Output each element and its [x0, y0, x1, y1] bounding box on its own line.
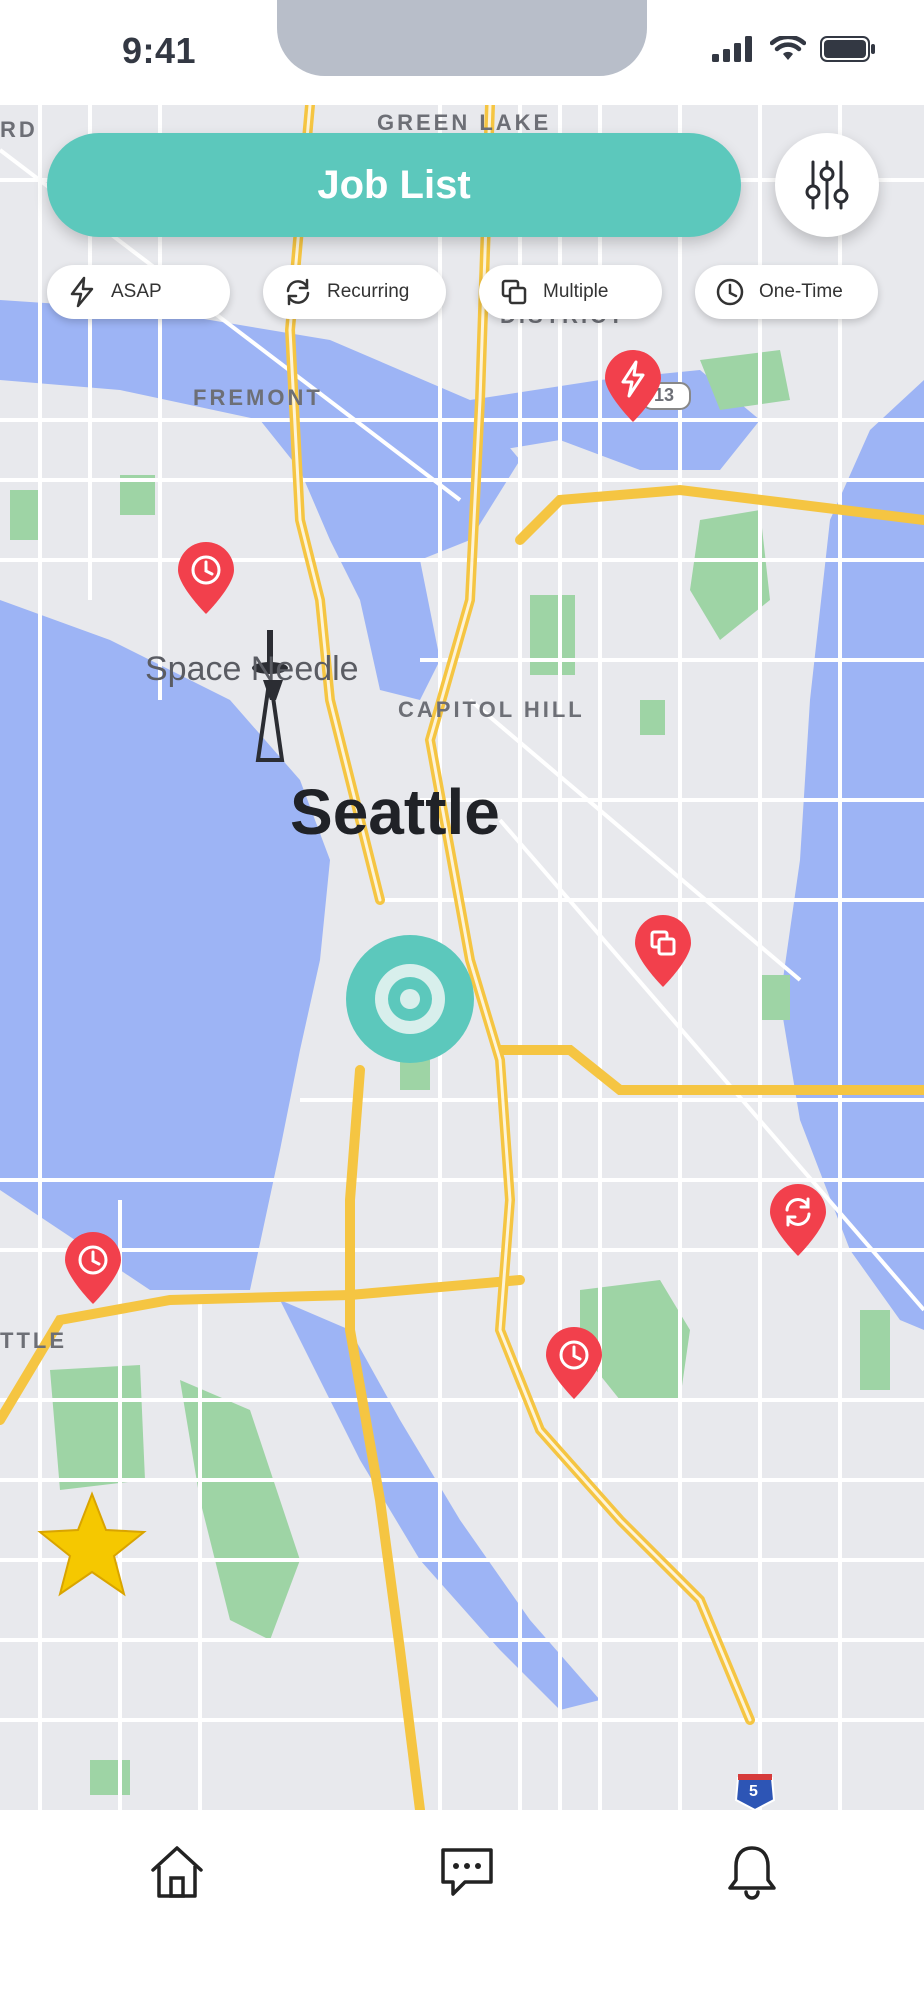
- bottom-nav: [0, 1810, 924, 2000]
- status-time: 9:41: [122, 30, 197, 71]
- wifi-icon: [770, 36, 806, 60]
- filter-chip-label: ASAP: [111, 281, 162, 302]
- nav-messages-button[interactable]: [427, 1832, 507, 1912]
- map-pin-multiple[interactable]: [633, 913, 693, 989]
- filter-chip-recurring[interactable]: Recurring: [263, 265, 446, 319]
- filter-chip-label: One-Time: [759, 281, 843, 302]
- multiple-icon: [501, 279, 527, 305]
- map-pin-asap[interactable]: [603, 348, 663, 424]
- filter-chip-asap[interactable]: ASAP: [47, 265, 230, 319]
- clock-icon: [716, 278, 744, 306]
- map-label-space-needle: Space Needle: [145, 650, 359, 688]
- current-location-icon[interactable]: [346, 935, 474, 1063]
- status-icons: [712, 36, 876, 62]
- map-pin-one-time[interactable]: [63, 1230, 123, 1306]
- filter-button[interactable]: [775, 133, 879, 237]
- status-bar: 9:41: [0, 0, 924, 105]
- filter-chip-multiple[interactable]: Multiple: [479, 265, 662, 319]
- recurring-icon: [286, 278, 310, 306]
- device-notch: [277, 0, 647, 76]
- nav-notifications-button[interactable]: [712, 1832, 792, 1912]
- map-label-ard: RD: [0, 117, 38, 142]
- filter-chip-one-time[interactable]: One-Time: [695, 265, 878, 319]
- map-pin-one-time[interactable]: [176, 540, 236, 616]
- filter-chip-label: Multiple: [543, 281, 609, 302]
- bell-icon: [728, 1846, 776, 1900]
- battery-icon: [820, 36, 875, 62]
- star-icon[interactable]: [36, 1490, 148, 1600]
- job-list-button[interactable]: Job List: [47, 133, 741, 237]
- map-pin-one-time[interactable]: [544, 1325, 604, 1401]
- filter-chip-label: Recurring: [327, 281, 410, 302]
- chat-icon: [441, 1848, 493, 1896]
- interstate-5-label: 5: [749, 1783, 758, 1800]
- map-label-ttle: TTLE: [0, 1328, 67, 1353]
- lightning-icon: [70, 276, 94, 308]
- home-icon: [151, 1846, 203, 1898]
- signal-icon: [712, 36, 752, 62]
- map-label-capitol-hill: CAPITOL HILL: [398, 697, 585, 722]
- map-view[interactable]: GREEN LAKE RD DISTRICT FREMONT CAPITOL H…: [0, 105, 924, 1810]
- map-label-seattle: Seattle: [290, 776, 500, 848]
- map-pin-recurring[interactable]: [768, 1182, 828, 1258]
- sliders-icon: [805, 160, 849, 210]
- nav-home-button[interactable]: [137, 1832, 217, 1912]
- map-label-fremont: FREMONT: [193, 385, 323, 410]
